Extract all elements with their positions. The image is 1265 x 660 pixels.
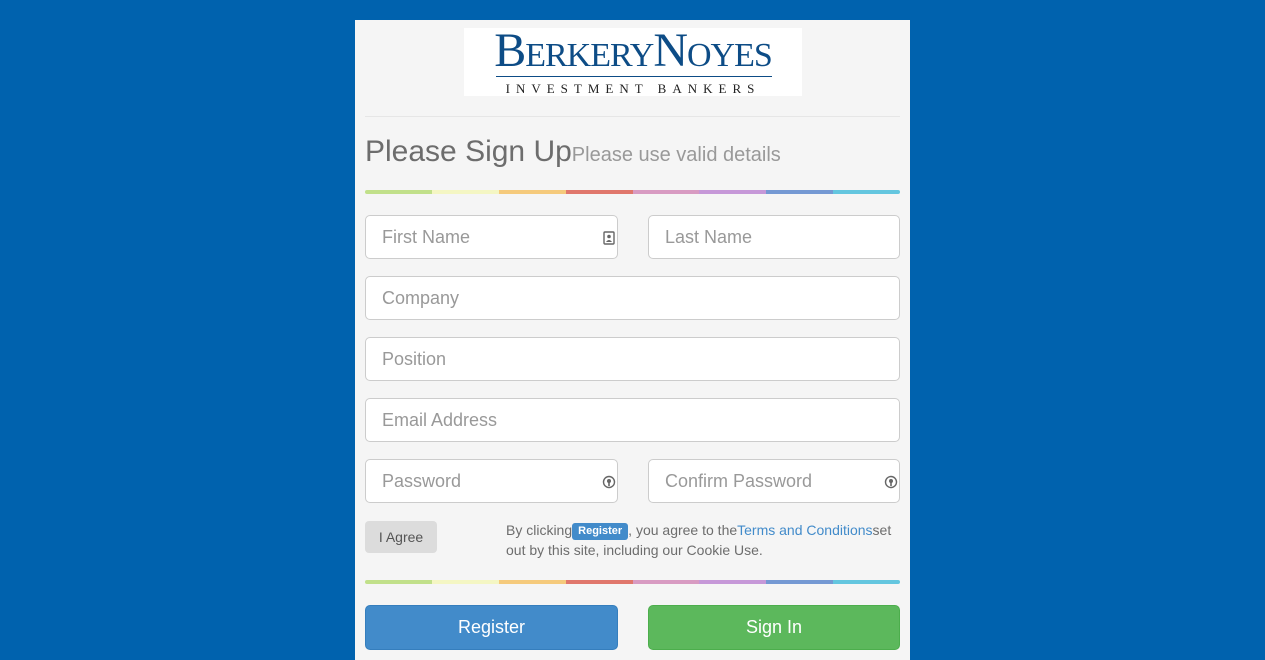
position-input[interactable] bbox=[365, 337, 900, 381]
last-name-input[interactable] bbox=[648, 215, 900, 259]
signup-card: BERKERYNOYES INVESTMENT BANKERS Please S… bbox=[355, 20, 910, 660]
lock-icon bbox=[884, 475, 898, 489]
page-title: Please Sign Up bbox=[365, 135, 572, 168]
register-badge: Register bbox=[572, 523, 629, 540]
rainbow-segment bbox=[833, 580, 900, 584]
sign-in-button[interactable]: Sign In bbox=[648, 605, 900, 650]
rainbow-segment bbox=[365, 190, 432, 194]
terms-text: By clicking Register, you agree to theTer… bbox=[506, 522, 892, 558]
company-input[interactable] bbox=[365, 276, 900, 320]
rainbow-segment bbox=[431, 190, 499, 194]
logo-tagline: INVESTMENT BANKERS bbox=[505, 81, 761, 96]
i-agree-button[interactable]: I Agree bbox=[365, 521, 437, 553]
rainbow-segment bbox=[833, 190, 900, 194]
rainbow-divider-top bbox=[365, 190, 900, 194]
rainbow-segment bbox=[431, 580, 499, 584]
lock-icon bbox=[602, 475, 616, 489]
header-divider bbox=[365, 116, 900, 117]
confirm-password-input[interactable] bbox=[648, 459, 900, 503]
terms-link[interactable]: Terms and Conditions bbox=[737, 522, 872, 538]
register-button[interactable]: Register bbox=[365, 605, 618, 650]
password-input[interactable] bbox=[365, 459, 618, 503]
rainbow-segment bbox=[565, 580, 633, 584]
rainbow-segment bbox=[498, 580, 566, 584]
rainbow-segment bbox=[565, 190, 633, 194]
logo-rule bbox=[496, 76, 772, 77]
company-logo: BERKERYNOYES INVESTMENT BANKERS bbox=[464, 24, 802, 96]
rainbow-segment bbox=[632, 190, 700, 194]
contact-card-icon bbox=[603, 231, 615, 245]
rainbow-segment bbox=[699, 580, 767, 584]
rainbow-segment bbox=[498, 190, 566, 194]
page-subtitle: Please use valid details bbox=[571, 144, 781, 166]
rainbow-segment bbox=[632, 580, 700, 584]
form-heading: Please Sign UpPlease use valid details bbox=[365, 135, 781, 169]
logo-wordmark: BERKERYNOYES bbox=[494, 24, 773, 77]
first-name-input[interactable] bbox=[365, 215, 618, 259]
rainbow-segment bbox=[365, 580, 432, 584]
rainbow-segment bbox=[766, 580, 834, 584]
rainbow-segment bbox=[766, 190, 834, 194]
rainbow-divider-bottom bbox=[365, 580, 900, 584]
rainbow-segment bbox=[699, 190, 767, 194]
email-input[interactable] bbox=[365, 398, 900, 442]
